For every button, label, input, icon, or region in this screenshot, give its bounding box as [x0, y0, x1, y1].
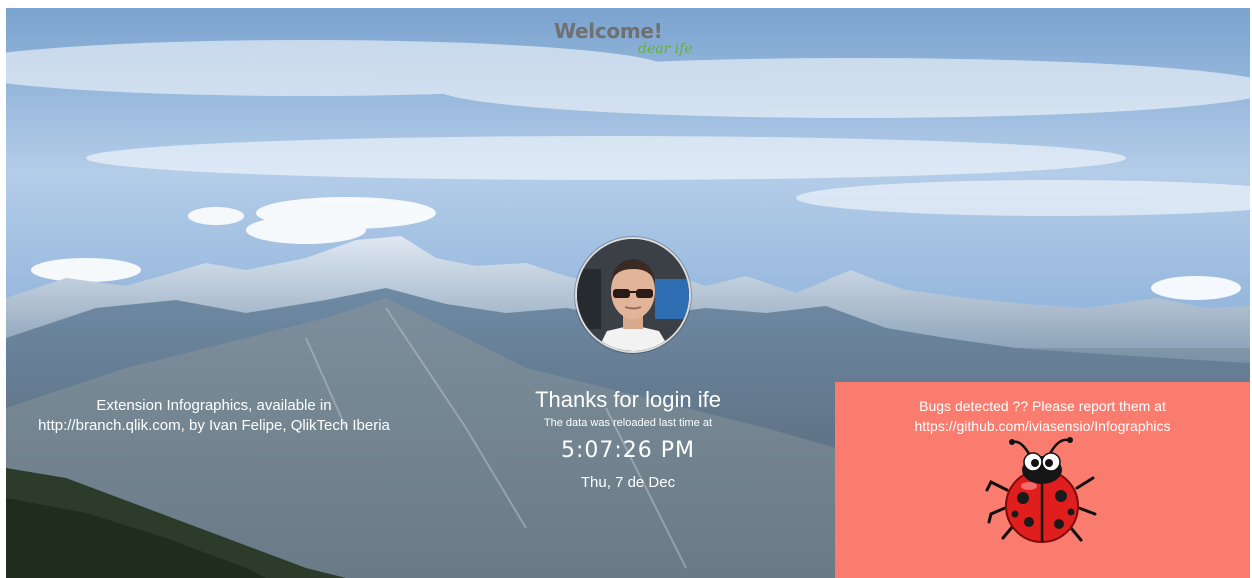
- reload-time: 5:07:26 PM: [560, 438, 696, 463]
- extension-info-line1: Extension Infographics, available in: [96, 397, 332, 414]
- user-avatar: [575, 237, 691, 353]
- extension-info: Extension Infographics, available in htt…: [14, 396, 414, 436]
- avatar-photo: [577, 239, 689, 351]
- bug-report-panel: Bugs detected ?? Please report them at h…: [835, 382, 1250, 578]
- welcome-title: Welcome!: [554, 19, 663, 43]
- thanks-message: Thanks for login ife: [535, 387, 721, 412]
- reload-note: The data was reloaded last time at: [543, 417, 713, 429]
- welcome-subtitle: dear ife: [638, 41, 693, 57]
- ladybug-icon: [985, 437, 1097, 543]
- bug-report-text: Bugs detected ?? Please report them at h…: [835, 396, 1250, 436]
- login-summary: Thanks for login ife The data was reload…: [478, 386, 778, 492]
- dashboard-sheet: Welcome! dear ife Extension Infographics…: [6, 8, 1250, 578]
- bug-report-line1: Bugs detected ?? Please report them at: [919, 398, 1166, 414]
- reload-date: Thu, 7 de Dec: [580, 474, 676, 491]
- extension-info-line2: http://branch.qlik.com, by Ivan Felipe, …: [38, 417, 390, 434]
